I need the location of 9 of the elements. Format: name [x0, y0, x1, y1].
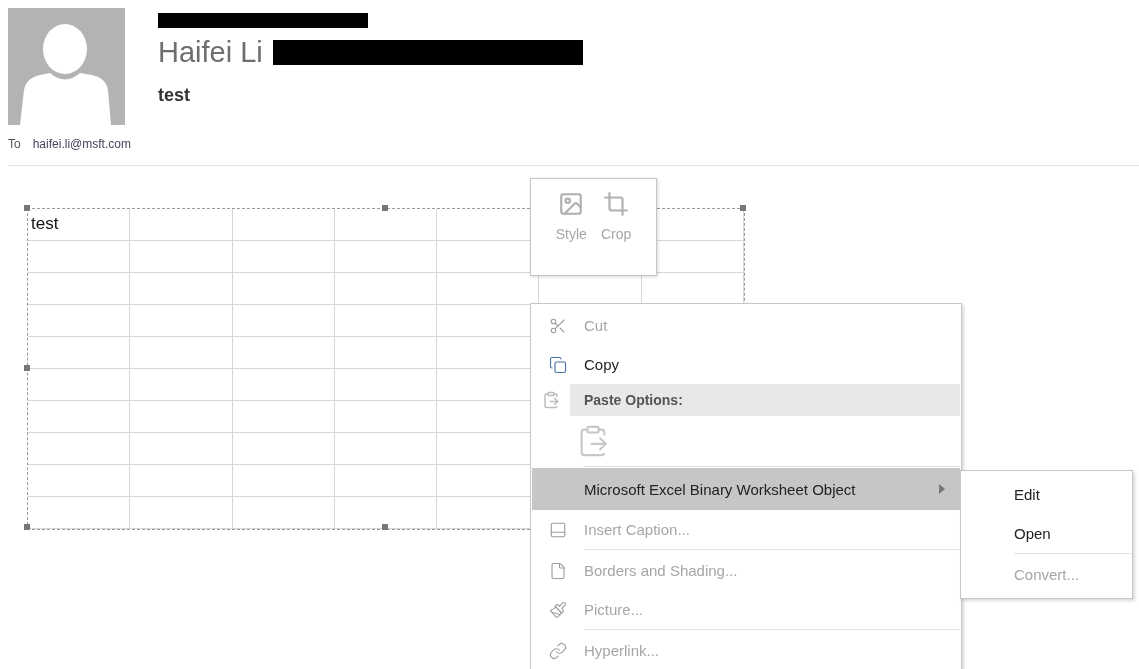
cell-text: test [31, 214, 59, 233]
menu-item[interactable]: Open [962, 514, 1131, 553]
menu-section-header: Paste Options: [570, 384, 960, 416]
to-label: To [8, 137, 21, 151]
message-subject: test [158, 85, 191, 106]
recipient-address: haifei.li@msft.com [32, 137, 131, 151]
menu-item[interactable]: Edit [962, 475, 1131, 514]
menu-item[interactable]: Microsoft Excel Binary Worksheet Object [532, 468, 960, 510]
sender-name: Haifei Li [158, 36, 263, 69]
